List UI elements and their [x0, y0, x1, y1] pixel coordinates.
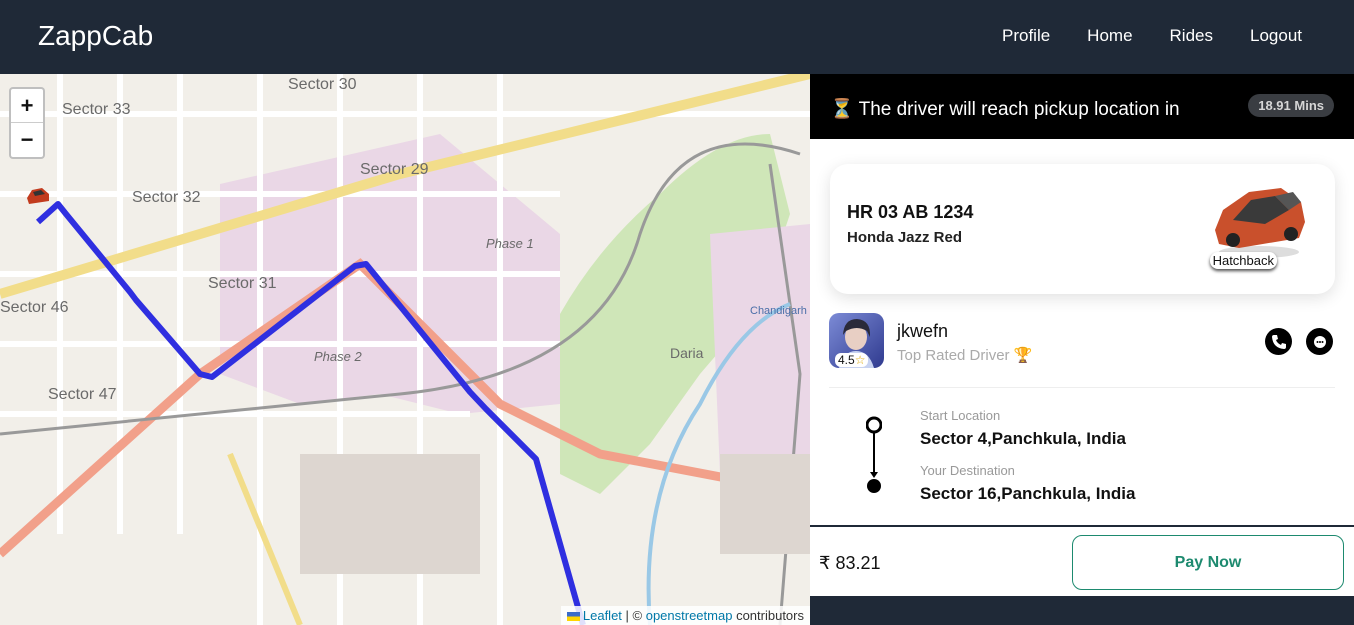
zoom-control: + −	[9, 87, 45, 159]
leaflet-link[interactable]: Leaflet	[583, 608, 622, 623]
destination-value: Sector 16,Panchkula, India	[920, 484, 1136, 503]
nav-links: Profile Home Rides Logout	[1002, 26, 1302, 46]
driver-name: jkwefn	[897, 321, 949, 341]
navbar: ZappCab Profile Home Rides Logout	[0, 0, 1354, 74]
vehicle-type-badge: Hatchback	[1209, 252, 1277, 269]
map-label: Daria	[670, 345, 704, 361]
driver-tag-text: Top Rated Driver	[897, 347, 1010, 364]
zoom-in-button[interactable]: +	[11, 89, 43, 123]
star-icon: ☆	[854, 353, 866, 367]
brand-logo[interactable]: ZappCab	[38, 20, 153, 52]
nav-logout[interactable]: Logout	[1250, 26, 1302, 46]
vehicle-plate: HR 03 AB 1234	[847, 202, 974, 222]
eta-badge: 18.91 Mins	[1248, 94, 1334, 117]
footer-strip	[810, 596, 1354, 625]
vehicle-card: HR 03 AB 1234 Honda Jazz Red Hatchback	[830, 164, 1335, 294]
pay-now-button[interactable]: Pay Now	[1072, 535, 1344, 590]
driver-tag: Top Rated Driver 🏆	[897, 346, 1032, 364]
destination-label: Your Destination	[920, 463, 1015, 478]
trophy-icon: 🏆	[1013, 347, 1033, 364]
attribution-tail: contributors	[732, 608, 804, 623]
driver-rating: 4.5☆	[835, 353, 869, 367]
start-location-label: Start Location	[920, 408, 1001, 423]
car-marker-icon	[24, 184, 52, 213]
route-timeline-icon	[866, 416, 882, 493]
fare-amount: ₹ 83.21	[819, 553, 881, 573]
driver-rating-value: 4.5	[838, 353, 855, 367]
map-label: Phase 2	[314, 349, 362, 364]
chat-button[interactable]	[1306, 328, 1333, 355]
map[interactable]: Sector 30 Sector 33 Sector 29 Sector 32 …	[0, 74, 810, 625]
map-label: Sector 33	[62, 101, 131, 118]
map-label: Sector 47	[48, 386, 117, 403]
zoom-out-button[interactable]: −	[11, 123, 43, 157]
eta-bar: ⏳ The driver will reach pickup location …	[810, 74, 1354, 139]
map-label: Sector 30	[288, 76, 357, 93]
map-label: Sector 46	[0, 299, 69, 316]
payment-bar: ₹ 83.21 Pay Now	[810, 525, 1354, 596]
start-location-value: Sector 4,Panchkula, India	[920, 429, 1126, 448]
chat-icon	[1313, 335, 1326, 348]
map-label: Phase 1	[486, 236, 534, 251]
map-label: Sector 29	[360, 161, 429, 178]
map-attribution: Leaflet | © openstreetmap contributors	[560, 606, 810, 625]
map-tiles[interactable]: Sector 30 Sector 33 Sector 29 Sector 32 …	[0, 74, 810, 625]
eta-text: ⏳ The driver will reach pickup location …	[830, 99, 1180, 120]
ride-panel: ⏳ The driver will reach pickup location …	[810, 74, 1354, 596]
map-label: Sector 31	[208, 275, 277, 292]
map-label: Chandigarh Railway Station	[750, 305, 810, 317]
trip-route: Start Location Sector 4,Panchkula, India…	[850, 404, 1330, 514]
nav-rides[interactable]: Rides	[1170, 26, 1213, 46]
osm-link[interactable]: openstreetmap	[646, 608, 733, 623]
flag-icon	[566, 612, 580, 622]
map-label: Sector 32	[132, 189, 201, 206]
nav-profile[interactable]: Profile	[1002, 26, 1050, 46]
vehicle-model: Honda Jazz Red	[847, 229, 963, 246]
nav-home[interactable]: Home	[1087, 26, 1132, 46]
call-button[interactable]	[1265, 328, 1292, 355]
driver-row: 4.5☆ jkwefn Top Rated Driver 🏆	[829, 313, 1335, 388]
attribution-separator: | ©	[621, 608, 646, 623]
phone-icon	[1271, 334, 1286, 349]
